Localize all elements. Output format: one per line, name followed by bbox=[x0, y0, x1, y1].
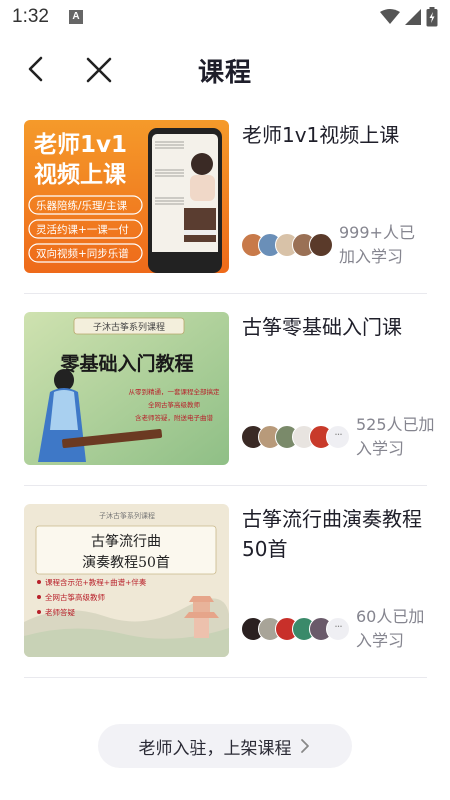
avatar-group bbox=[241, 617, 333, 641]
thumb-line: 从零到精通，一套课程全部搞定 bbox=[129, 387, 221, 396]
thumb-line: 全网古筝高级教师 bbox=[148, 400, 201, 409]
thumb-headline-2: 演奏教程50首 bbox=[82, 555, 170, 571]
status-icons bbox=[380, 7, 438, 27]
thumb-tag: 双向视频+同步乐谱 bbox=[36, 247, 129, 260]
course-item[interactable]: 老师1v1 视频上课 乐器陪练/乐理/主课 灵活约课+一课一付 双向视频+同步乐… bbox=[24, 120, 427, 294]
more-avatars-icon: ··· bbox=[326, 425, 350, 449]
course-item[interactable]: 子沐古筝系列课程 零基础入门教程 从零到精通，一套课程全部搞定 全网古筝高级教师… bbox=[24, 312, 435, 486]
learners-info: 999+人已加入学习 bbox=[241, 221, 421, 269]
course-title: 老师1v1视频上课 bbox=[242, 123, 400, 147]
avatar-group bbox=[241, 425, 333, 449]
thumb-series-label: 子沐古筝系列课程 bbox=[99, 511, 155, 520]
thumb-headline-1: 老师1v1 bbox=[33, 132, 127, 158]
cta-label: 老师入驻，上架课程 bbox=[138, 738, 292, 759]
page-title: 课程 bbox=[197, 58, 252, 88]
nav-bar: 课程 bbox=[0, 36, 450, 104]
course-title: 古筝流行曲演奏教程50首 bbox=[242, 507, 422, 561]
course-thumbnail: 子沐古筝系列课程 古筝流行曲 演奏教程50首 课程含示范+教程+曲谱+伴奏 全网… bbox=[24, 504, 229, 657]
thumb-bullet: 课程含示范+教程+曲谱+伴奏 bbox=[45, 577, 147, 587]
course-item[interactable]: 子沐古筝系列课程 古筝流行曲 演奏教程50首 课程含示范+教程+曲谱+伴奏 全网… bbox=[24, 504, 427, 678]
chevron-right-icon bbox=[300, 739, 309, 753]
thumb-bullet: 全网古筝高级教师 bbox=[45, 592, 105, 602]
learners-count: 525人已加入学习 bbox=[356, 415, 435, 458]
status-bar: 1:32 A bbox=[0, 0, 450, 36]
avatar-group bbox=[241, 233, 333, 257]
thumb-line: 含老师答疑，附送电子曲谱 bbox=[135, 413, 214, 422]
notification-a-icon: A bbox=[69, 10, 83, 24]
learners-count: 60人已加入学习 bbox=[356, 607, 425, 650]
thumb-tag: 乐器陪练/乐理/主课 bbox=[36, 199, 128, 212]
course-thumbnail: 子沐古筝系列课程 零基础入门教程 从零到精通，一套课程全部搞定 全网古筝高级教师… bbox=[24, 312, 229, 465]
thumb-headline-1: 古筝流行曲 bbox=[91, 533, 161, 550]
more-avatars-icon: ··· bbox=[326, 617, 350, 641]
learners-info: ··· 525人已加入学习 bbox=[241, 413, 438, 461]
thumb-tag: 灵活约课+一课一付 bbox=[36, 223, 129, 236]
course-title: 古筝零基础入门课 bbox=[242, 315, 402, 339]
thumb-bullet: 老师答疑 bbox=[45, 607, 75, 617]
course-list: 老师1v1 视频上课 乐器陪练/乐理/主课 灵活约课+一课一付 双向视频+同步乐… bbox=[24, 120, 435, 678]
thumb-headline-2: 视频上课 bbox=[34, 161, 127, 188]
course-thumbnail: 老师1v1 视频上课 乐器陪练/乐理/主课 灵活约课+一课一付 双向视频+同步乐… bbox=[24, 120, 229, 273]
cellular-signal-icon bbox=[405, 9, 421, 25]
battery-icon bbox=[426, 7, 438, 27]
teacher-onboard-button[interactable]: 老师入驻，上架课程 bbox=[98, 724, 352, 768]
status-time: 1:32 bbox=[12, 6, 49, 27]
learners-info: ··· 60人已加入学习 bbox=[241, 605, 438, 653]
learners-count: 999+人已加入学习 bbox=[339, 223, 415, 266]
wifi-icon bbox=[380, 9, 400, 24]
thumb-headline: 零基础入门教程 bbox=[59, 352, 193, 375]
avatar bbox=[309, 233, 333, 257]
thumb-series-label: 子沐古筝系列课程 bbox=[93, 321, 165, 333]
